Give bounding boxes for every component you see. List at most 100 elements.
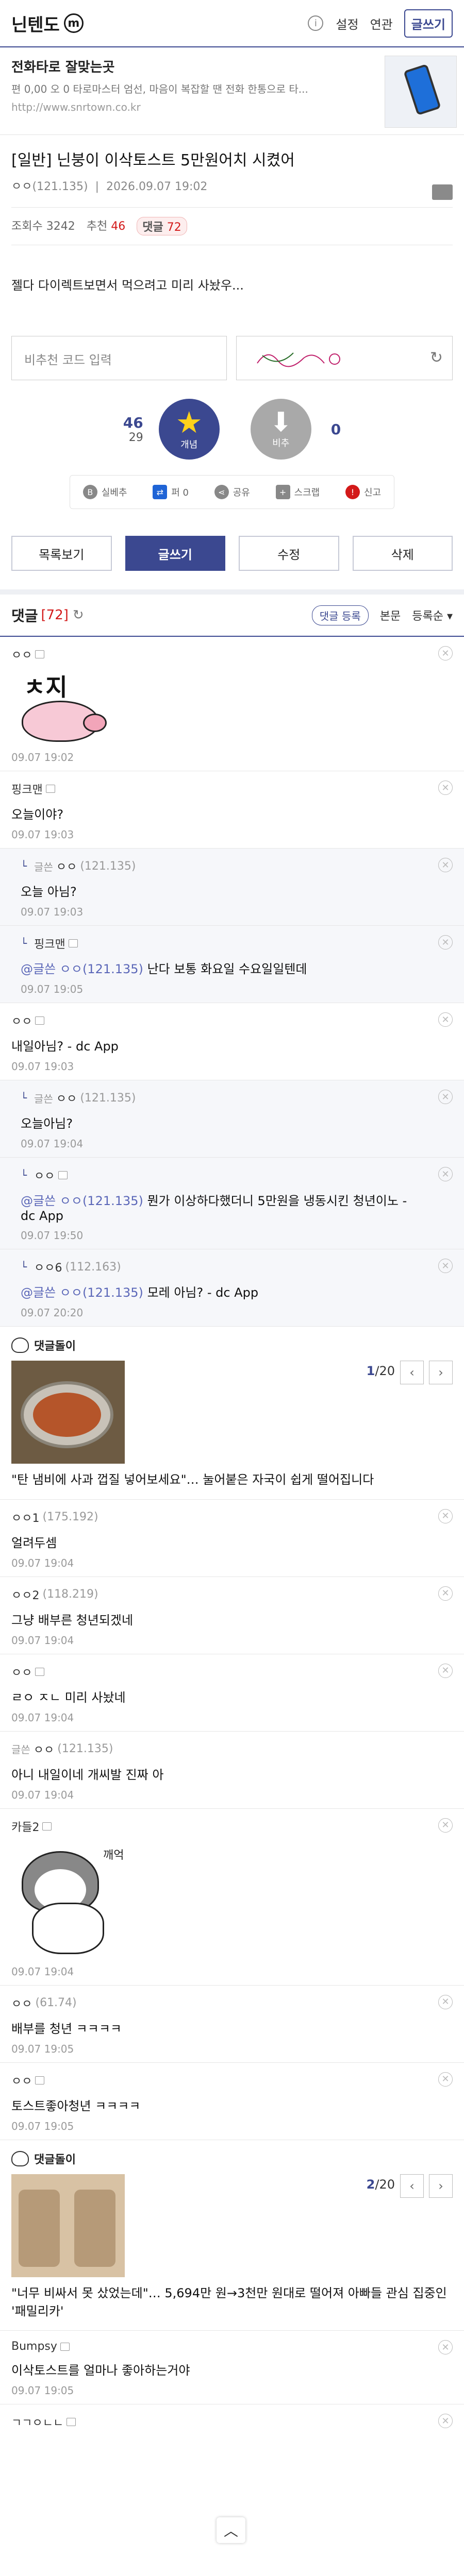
- comment-time: 09.07 20:20: [21, 1307, 84, 1319]
- upvote-button[interactable]: ★ 개념: [158, 399, 220, 460]
- gonic-icon: [67, 2418, 76, 2427]
- share-icon: ⋖: [214, 485, 229, 499]
- post-title: [일반] 닌붕이 이삭토스트 5만원어치 시켰어: [11, 151, 295, 170]
- comment-text: 오늘이야?: [11, 807, 64, 822]
- gonic-icon: [35, 2076, 45, 2084]
- bot-pager: 2/20: [366, 2177, 395, 2192]
- share-button[interactable]: ⋖ 공유: [214, 485, 250, 499]
- dccon-cat: 깨억: [11, 1841, 130, 1959]
- down-count: 0: [330, 420, 341, 438]
- post-author[interactable]: ㅇㅇ: [11, 180, 32, 193]
- delete-comment-icon[interactable]: ✕: [438, 858, 453, 872]
- delete-comment-icon[interactable]: ✕: [438, 1586, 453, 1601]
- comment-item: 글쓴 ㅇㅇ (121.135) 아니 내일이네 개씨발 진짜 아 09.07 19:…: [0, 1732, 464, 1809]
- comment-text: @글쓴 ㅇㅇ(121.135) 난다 보통 화요일 수요일일텐데: [21, 962, 307, 976]
- down-arrow-icon: ⬇: [269, 407, 292, 438]
- ad-image: [385, 56, 457, 128]
- info-icon[interactable]: i: [308, 15, 324, 31]
- ad-description: 편 0,00 오 0 타로마스터 엄선, 마음이 복잡할 땐 전화 한통으로 타…: [11, 83, 308, 95]
- settings-link[interactable]: 설정: [336, 14, 358, 32]
- comment-item: ㅇㅇ ✕ 내일아님? - dc App 09.07 19:03: [0, 1003, 464, 1080]
- recommend-code-input[interactable]: 비추천 코드 입력: [11, 336, 227, 380]
- register-comment-button[interactable]: 댓글 등록: [311, 605, 369, 625]
- scroll-top-button[interactable]: ︿: [217, 2517, 245, 2543]
- post-body: 젤다 다이렉트보면서 먹으려고 미리 사놨우...: [11, 278, 244, 293]
- ghost-icon: [11, 1337, 29, 1353]
- delete-comment-icon[interactable]: ✕: [438, 781, 453, 795]
- comment-bot-card[interactable]: 댓글돌이 2/20 ‹ › "너무 비싸서 못 샀었는데"… 5,694만 원→…: [0, 2140, 464, 2331]
- report-button[interactable]: ! 신고: [345, 485, 381, 499]
- header-write-button[interactable]: 글쓰기: [404, 9, 453, 38]
- news-caption: "너무 비싸서 못 샀었는데"… 5,694만 원→3천만 원대로 떨어져 아빠…: [11, 2285, 447, 2318]
- comment-time: 09.07 19:03: [11, 828, 74, 841]
- up-count: 46: [123, 414, 143, 431]
- ad-banner[interactable]: 전화타로 잘맞는곳 편 0,00 오 0 타로마스터 엄선, 마음이 복잡할 땐…: [0, 47, 464, 135]
- views-count: 3242: [46, 220, 75, 233]
- comment-item: ㅇㅇ ✕ 토스트좋아청년 ㅋㅋㅋㅋ 09.07 19:05: [0, 2063, 464, 2140]
- delete-comment-icon[interactable]: ✕: [438, 935, 453, 950]
- comment-bot-card[interactable]: 댓글돌이 1/20 ‹ › "탄 냄비에 사과 껍질 넣어보세요"… 눌어붙은 …: [0, 1327, 464, 1500]
- comment-item: Bumpsy ✕ 이삭토스트를 얼마나 좋아하는거야 09.07 19:05: [0, 2331, 464, 2405]
- comment-text: @글쓴 ㅇㅇ(121.135) 모레 아님? - dc App: [21, 1285, 259, 1300]
- reply-item: └ 글쓴 ㅇㅇ (121.135) ✕ 오늘 아님? 09.07 19:03: [0, 849, 464, 926]
- delete-comment-icon[interactable]: ✕: [438, 1090, 453, 1104]
- prev-arrow-icon[interactable]: ‹: [400, 2174, 424, 2198]
- related-link[interactable]: 연관: [370, 14, 393, 32]
- fix-count: 29: [128, 431, 143, 444]
- comment-time: 09.07 19:05: [21, 983, 84, 995]
- order-select[interactable]: 등록순 ▾: [412, 607, 453, 623]
- post-header: [일반] 닌붕이 이삭토스트 5만원어치 시켰어 ㅇㅇ(121.135) | 2…: [0, 135, 464, 200]
- comment-badge[interactable]: 댓글 72: [137, 217, 187, 235]
- vote-area: 46 29 ★ 개념 ⬇ 비추 0: [0, 399, 464, 460]
- star-icon: ★: [175, 405, 203, 440]
- body-link[interactable]: 본문: [380, 607, 401, 623]
- delete-comment-icon[interactable]: ✕: [438, 1167, 453, 1181]
- comment-item: 핑크맨 ✕ 오늘이야? 09.07 19:03: [0, 771, 464, 849]
- delete-comment-icon[interactable]: ✕: [438, 1663, 453, 1678]
- comment-time: 09.07 19:04: [21, 1138, 84, 1150]
- comment-nick: 핑크맨: [11, 784, 43, 796]
- delete-comment-icon[interactable]: ✕: [438, 1259, 453, 1273]
- comment-item: ㅇㅇ ✕ ㄹㅇ ㅈㄴ 미리 사놨네 09.07 19:04: [0, 1654, 464, 1732]
- siren-icon: !: [345, 485, 360, 499]
- best-button[interactable]: B 실베추: [82, 485, 127, 499]
- comment-time: 09.07 19:03: [21, 906, 84, 918]
- delete-comment-icon[interactable]: ✕: [438, 2072, 453, 2087]
- next-arrow-icon[interactable]: ›: [429, 1361, 453, 1384]
- delete-comment-icon[interactable]: ✕: [438, 1994, 453, 2009]
- reply-item: └ ㅇㅇ6 (112.163) ✕ @글쓴 ㅇㅇ(121.135) 모레 아님? -…: [0, 1249, 464, 1327]
- list-button[interactable]: 목록보기: [11, 536, 112, 571]
- next-arrow-icon[interactable]: ›: [429, 2174, 453, 2198]
- refresh-captcha-icon[interactable]: ↻: [430, 349, 443, 367]
- scrap-button[interactable]: + 스크랩: [275, 485, 320, 499]
- prev-arrow-icon[interactable]: ‹: [400, 1361, 424, 1384]
- delete-button[interactable]: 삭제: [352, 536, 453, 571]
- share-bar: B 실베추 ⇄ 퍼 0 ⋖ 공유 + 스크랩 ! 신고: [70, 475, 394, 509]
- site-logo[interactable]: 닌텐도 m: [11, 11, 84, 36]
- add-folder-icon[interactable]: [432, 184, 453, 200]
- comment-time: 09.07 19:50: [21, 1229, 84, 1242]
- bot-title: 댓글돌이: [34, 1340, 76, 1353]
- gonic-icon: [35, 1016, 45, 1025]
- post-action-buttons: 목록보기 글쓰기 수정 삭제: [0, 536, 464, 595]
- delete-comment-icon[interactable]: ✕: [438, 646, 453, 660]
- comments-header: 댓글 [72] ↻ 댓글 등록 본문 등록순 ▾: [0, 595, 464, 637]
- news-image: [11, 2174, 125, 2277]
- downvote-button[interactable]: ⬇ 비추: [250, 399, 311, 460]
- edit-button[interactable]: 수정: [239, 536, 339, 571]
- write-button[interactable]: 글쓰기: [125, 536, 225, 571]
- delete-comment-icon[interactable]: ✕: [438, 1818, 453, 1833]
- comment-time: 09.07 19:02: [11, 751, 74, 764]
- phone-icon: [403, 63, 441, 116]
- scrap-icon: +: [275, 485, 290, 499]
- repost-button[interactable]: ⇄ 퍼 0: [153, 485, 189, 499]
- dccon-text: ㅊ지: [24, 673, 68, 701]
- comments-count: [72]: [41, 607, 69, 623]
- delete-comment-icon[interactable]: ✕: [438, 1012, 453, 1027]
- comment-text: 오늘 아님?: [21, 885, 77, 899]
- delete-comment-icon[interactable]: ✕: [438, 1509, 453, 1523]
- reply-item: └ ㅇㅇ ✕ @글쓴 ㅇㅇ(121.135) 뭔가 이상하다했더니 5만원을 냉동…: [0, 1158, 464, 1249]
- reply-arrow-icon: └: [21, 1169, 27, 1181]
- refresh-icon[interactable]: ↻: [73, 607, 84, 623]
- top-header: 닌텐도 m i 설정 연관 글쓰기: [0, 0, 464, 47]
